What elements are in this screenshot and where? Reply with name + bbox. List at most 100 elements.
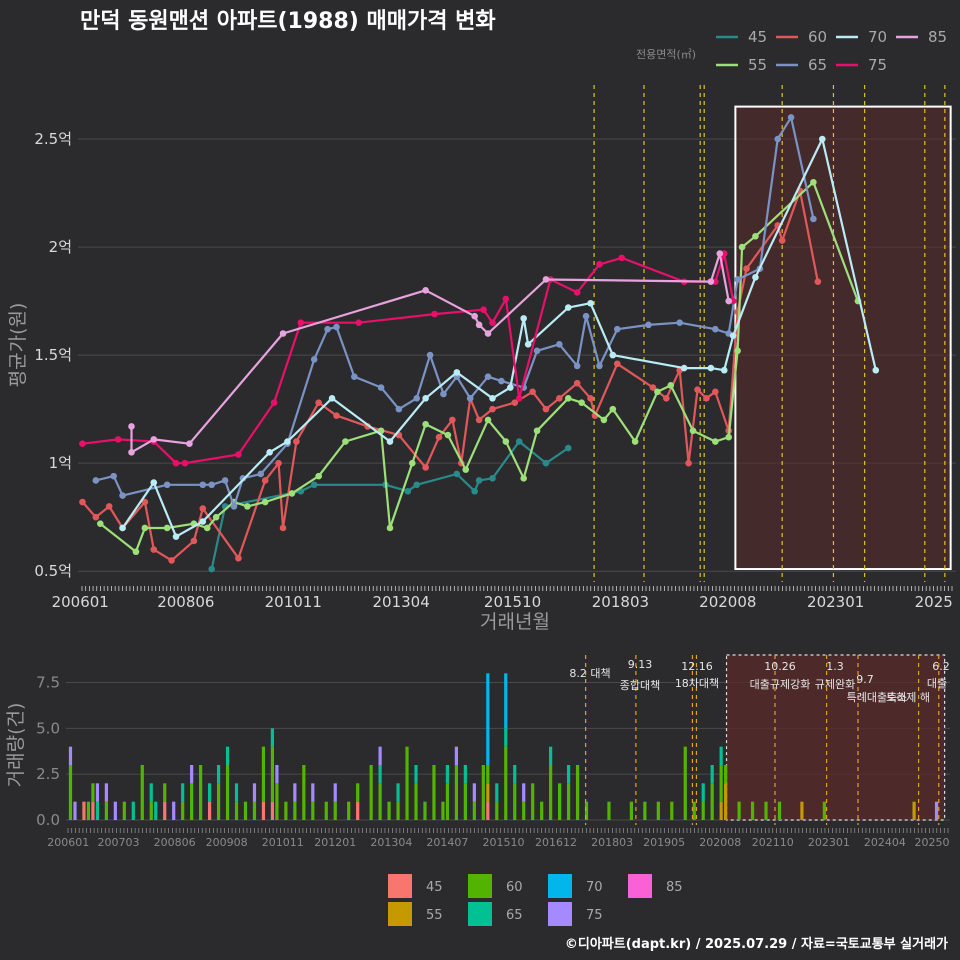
price-point-65 (324, 325, 331, 333)
price-point-75 (270, 399, 278, 406)
bottom-legend-label-45: 45 (426, 880, 443, 895)
price-x-tick-label: 201803 (592, 593, 649, 611)
bottom-legend-swatch-60 (468, 874, 492, 898)
volume-bar-60 (724, 765, 728, 784)
volume-x-tick-label: 201201 (314, 836, 356, 849)
volume-bar-55 (724, 783, 728, 820)
volume-bar-55 (719, 801, 723, 820)
volume-bar-60 (261, 746, 266, 802)
volume-bar-75 (472, 783, 476, 802)
volume-bar-65 (445, 765, 450, 784)
volume-bar-55 (486, 783, 490, 802)
price-x-axis-title: 거래년월 (480, 611, 550, 633)
price-point-65 (484, 373, 492, 381)
volume-x-tick-label: 201407 (426, 836, 468, 849)
price-point-55 (203, 524, 211, 532)
volume-bar-60 (181, 801, 185, 820)
price-point-75 (480, 306, 487, 314)
price-point-45 (542, 459, 550, 467)
price-point-60 (475, 416, 483, 424)
price-point-55 (132, 548, 140, 556)
volume-bar-75 (378, 746, 382, 765)
price-point-75 (297, 319, 305, 326)
price-point-65 (426, 351, 434, 359)
price-point-70 (564, 304, 572, 311)
price-point-65 (221, 477, 229, 484)
price-point-45 (515, 438, 523, 445)
volume-bar-60 (432, 765, 436, 820)
volume-x-tick-label: 202404 (864, 836, 906, 849)
price-point-75 (114, 436, 122, 443)
volume-bar-65 (513, 765, 517, 784)
price-y-tick-label: 1.5억 (34, 346, 72, 364)
volume-bar-60 (225, 765, 230, 820)
price-point-70 (872, 366, 880, 374)
volume-bar-60 (701, 801, 705, 820)
price-point-60 (168, 557, 175, 564)
volume-bar-65 (414, 765, 418, 784)
policy-annotation: 대출규제강화 (750, 678, 811, 691)
volume-bar-60 (405, 746, 409, 820)
price-point-60 (150, 546, 158, 553)
price-point-65 (774, 135, 782, 143)
price-point-65 (734, 276, 741, 283)
volume-bar-60 (163, 783, 167, 802)
price-point-75 (596, 261, 603, 268)
price-point-45 (564, 444, 572, 452)
price-x-tick-label: 200806 (157, 593, 214, 611)
policy-annotation: 토허제 해 (886, 690, 930, 704)
price-point-65 (712, 325, 719, 333)
volume-bar-75 (104, 783, 108, 802)
volume-bar-60 (234, 801, 239, 820)
volume-x-tick-label: 20250 (915, 836, 950, 849)
price-point-65 (498, 377, 505, 385)
volume-bar-60 (531, 783, 535, 820)
price-point-55 (502, 438, 510, 445)
volume-bar-45 (270, 801, 275, 820)
volume-bar-65 (225, 746, 230, 765)
volume-bar-60 (575, 765, 580, 820)
price-point-65 (573, 362, 581, 370)
volume-x-tick-label: 201510 (483, 836, 525, 849)
price-point-70 (266, 449, 273, 456)
bottom-legend-swatch-45 (388, 874, 412, 898)
legend-title: 전용면적(㎡) (636, 48, 696, 61)
price-point-60 (435, 433, 443, 441)
price-point-65 (230, 503, 238, 510)
volume-bar-60 (423, 801, 427, 820)
price-point-45 (208, 565, 216, 573)
price-point-65 (810, 215, 817, 223)
price-point-75 (502, 295, 510, 303)
volume-bar-60 (495, 801, 499, 820)
volume-bar-65 (463, 765, 467, 784)
price-point-75 (79, 440, 86, 448)
price-point-45 (489, 474, 496, 482)
price-point-45 (453, 470, 461, 478)
price-point-70 (172, 533, 180, 540)
volume-bar-55 (912, 801, 916, 820)
volume-bar-75 (522, 783, 526, 802)
volume-bar-60 (414, 783, 418, 820)
volume-bar-60 (122, 801, 126, 820)
price-point-85 (716, 250, 724, 257)
price-point-60 (105, 503, 113, 510)
volume-bar-60 (629, 801, 634, 820)
volume-bar-60 (324, 801, 328, 820)
price-point-55 (667, 382, 675, 389)
volume-y-tick-label: 7.5 (36, 674, 60, 692)
price-y-tick-label: 1억 (49, 454, 72, 472)
price-point-70 (520, 315, 527, 322)
price-point-60 (422, 464, 429, 471)
volume-x-tick-label: 201612 (535, 836, 577, 849)
volume-bar-55 (800, 801, 804, 820)
price-point-65 (110, 472, 117, 480)
price-y-tick-label: 2.5억 (34, 130, 72, 148)
volume-bar-75 (95, 783, 100, 802)
price-point-45 (413, 481, 421, 489)
volume-bar-75 (113, 801, 117, 820)
price-point-65 (377, 384, 385, 391)
volume-bar-75 (252, 783, 257, 802)
volume-bar-60 (522, 801, 526, 820)
price-point-65 (645, 321, 652, 329)
volume-bar-60 (558, 783, 562, 820)
